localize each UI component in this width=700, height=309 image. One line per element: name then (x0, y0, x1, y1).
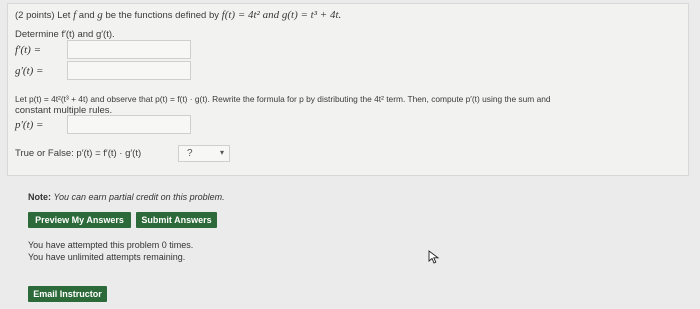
mouse-pointer-icon (428, 250, 440, 264)
true-false-selected: ? (187, 148, 193, 159)
fprime-label: f′(t) = (15, 44, 42, 56)
note-text: You can earn partial credit on this prob… (53, 192, 225, 202)
gprime-label: g′(t) = (15, 65, 44, 77)
true-false-select[interactable]: ? ▾ (178, 145, 230, 162)
g-symbol: g (97, 9, 103, 21)
partial-credit-note: Note: You can earn partial credit on thi… (28, 192, 225, 202)
f-symbol: f (73, 9, 77, 21)
gprime-input[interactable] (67, 61, 191, 80)
true-false-question: True or False: p′(t) = f′(t) · g′(t) (15, 148, 142, 159)
email-instructor-button[interactable]: Email Instructor (28, 286, 107, 302)
and-text: and (78, 10, 95, 21)
function-definitions: f(t) = 4t² and g(t) = t³ + 4t. (221, 9, 342, 21)
note-label: Note: (28, 192, 51, 202)
points-text: (2 points) Let (15, 10, 71, 21)
determine-instruction: Determine f′(t) and g′(t). (15, 29, 115, 40)
fprime-input[interactable] (67, 40, 191, 59)
problem-statement: (2 points) Let f and g be the functions … (15, 9, 341, 21)
remaining-attempts-text: You have unlimited attempts remaining. (28, 252, 186, 262)
attempts-text: You have attempted this problem 0 times. (28, 240, 194, 250)
submit-answers-button[interactable]: Submit Answers (136, 212, 217, 228)
pprime-input[interactable] (67, 115, 191, 134)
preview-answers-button[interactable]: Preview My Answers (28, 212, 131, 228)
chevron-down-icon: ▾ (219, 148, 224, 157)
defined-by-text: be the functions defined by (105, 10, 219, 21)
pprime-label: p′(t) = (15, 119, 44, 131)
part2-instruction: Let p(t) = 4t²(t³ + 4t) and observe that… (15, 94, 551, 104)
